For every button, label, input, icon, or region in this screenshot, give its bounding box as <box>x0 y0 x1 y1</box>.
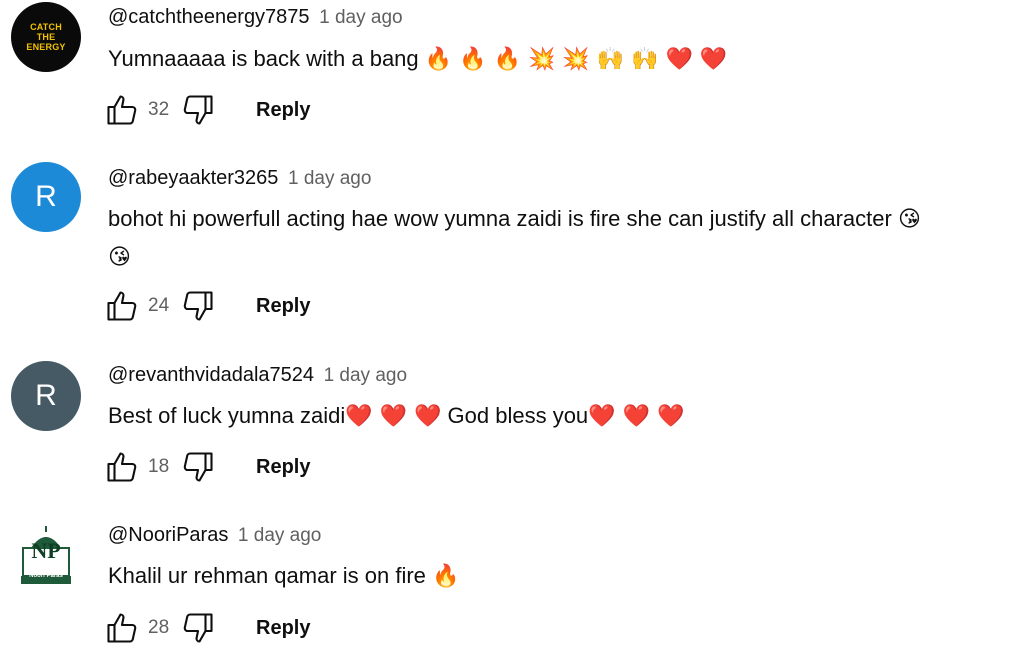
emoji-group: 😘 <box>108 245 131 270</box>
comment-header: @NooriParas 1 day ago <box>108 524 321 547</box>
thumbs-down-icon[interactable] <box>180 92 216 128</box>
comment-text: bohot hi powerfull acting hae wow yumna … <box>108 200 921 277</box>
comment-header: @rabeyaakter3265 1 day ago <box>108 167 371 190</box>
like-count: 18 <box>148 456 170 477</box>
comment-actions: 28 Reply <box>104 610 310 646</box>
author-name[interactable]: @revanthvidadala7524 <box>108 364 314 386</box>
avatar[interactable]: NP Noori Paras <box>11 520 81 590</box>
emoji-group: 🔥 🔥 🔥 💥 💥 🙌 🙌 ❤️ ❤️ <box>424 47 728 72</box>
emoji-group: ❤️ ❤️ ❤️ <box>345 404 442 429</box>
avatar-letter: R <box>35 180 57 213</box>
comment-text: Khalil ur rehman qamar is on fire 🔥 <box>108 563 460 589</box>
avatar[interactable]: R <box>11 162 81 232</box>
thumbs-up-icon[interactable] <box>104 449 140 485</box>
thumbs-down-icon[interactable] <box>180 288 216 324</box>
like-count: 28 <box>148 617 170 638</box>
comment-text: Yumnaaaaa is back with a bang 🔥 🔥 🔥 💥 💥 … <box>108 46 728 72</box>
comment-actions: 32 Reply <box>104 92 310 128</box>
np-logo-letters: NP <box>31 538 61 563</box>
reply-button[interactable]: Reply <box>256 295 310 318</box>
comment-actions: 18 Reply <box>104 449 310 485</box>
thumbs-up-icon[interactable] <box>104 610 140 646</box>
emoji-group: 😘 <box>897 207 921 232</box>
author-name[interactable]: @catchtheenergy7875 <box>108 6 310 28</box>
avatar-letter: R <box>35 379 57 412</box>
author-name[interactable]: @NooriParas <box>108 524 228 546</box>
thumbs-up-icon[interactable] <box>104 288 140 324</box>
np-logo-caption: Noori Paras <box>29 573 63 579</box>
emoji-group: 🔥 <box>432 564 460 589</box>
timestamp[interactable]: 1 day ago <box>324 365 407 386</box>
comment-header: @catchtheenergy7875 1 day ago <box>108 6 403 29</box>
comment-header: @revanthvidadala7524 1 day ago <box>108 364 407 387</box>
thumbs-down-icon[interactable] <box>180 449 216 485</box>
reply-button[interactable]: Reply <box>256 456 310 479</box>
author-name[interactable]: @rabeyaakter3265 <box>108 167 278 189</box>
like-count: 24 <box>148 295 170 316</box>
thumbs-down-icon[interactable] <box>180 610 216 646</box>
reply-button[interactable]: Reply <box>256 99 310 122</box>
comment-text: Best of luck yumna zaidi❤️ ❤️ ❤️ God ble… <box>108 403 685 429</box>
comment-actions: 24 Reply <box>104 288 310 324</box>
avatar[interactable]: R <box>11 361 81 431</box>
timestamp[interactable]: 1 day ago <box>238 525 321 546</box>
avatar[interactable]: CATCH THE ENERGY <box>11 2 81 72</box>
like-count: 32 <box>148 99 170 120</box>
thumbs-up-icon[interactable] <box>104 92 140 128</box>
emoji-group: ❤️ ❤️ ❤️ <box>588 404 685 429</box>
avatar-logo-text: CATCH THE ENERGY <box>26 22 66 52</box>
timestamp[interactable]: 1 day ago <box>319 7 402 28</box>
timestamp[interactable]: 1 day ago <box>288 168 371 189</box>
reply-button[interactable]: Reply <box>256 617 310 640</box>
